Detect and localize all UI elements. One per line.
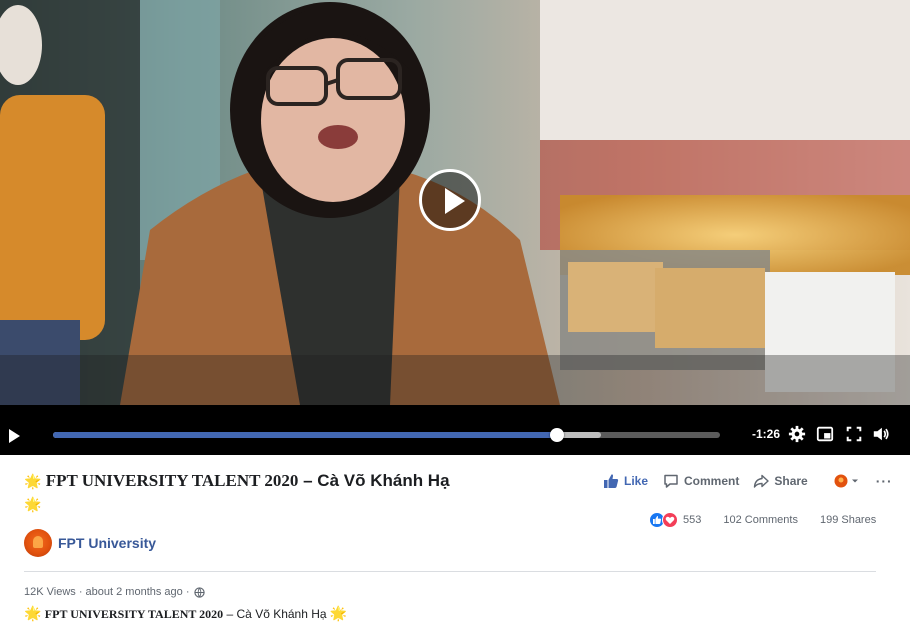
avatar[interactable] [24,529,52,557]
comment-button[interactable]: Comment [663,473,739,489]
picture-in-picture-icon[interactable] [816,425,834,443]
video-play-overlay-button[interactable] [419,169,481,231]
globe-icon[interactable] [193,586,205,598]
post-description: 🌟 FPT UNIVERSITY TALENT 2020 – Cà Võ Khá… [24,605,347,622]
fullscreen-icon[interactable] [845,425,863,443]
share-button[interactable]: Share [753,473,808,489]
comment-label: Comment [684,474,740,488]
reaction-audience-picker[interactable] [834,474,860,488]
gear-icon[interactable] [788,425,806,443]
thumbs-up-icon [604,474,619,488]
love-reaction-icon [662,512,678,528]
sun-emoji-icon: 🌟 [24,496,42,512]
share-label: Share [774,474,808,488]
video-controls-bar: -1:26 [0,405,910,455]
comment-icon [664,474,678,488]
video-progress-bar[interactable] [53,428,720,442]
divider [24,571,876,572]
play-icon[interactable] [9,429,20,443]
reaction-summary[interactable]: 553 [649,512,701,528]
post-meta: 12K Views · about 2 months ago · [24,586,205,598]
time-remaining: -1:26 [752,427,781,441]
share-arrow-icon [754,474,770,488]
page-name-link[interactable]: FPT University [58,535,156,551]
comments-count-link[interactable]: 102 Comments [723,514,798,526]
post-actions: Like Comment Share ··· [603,472,893,490]
views-and-time: 12K Views · about 2 months ago · [24,586,190,598]
volume-icon[interactable] [872,425,890,443]
post-title[interactable]: 🌟 FPT UNIVERSITY TALENT 2020 – Cà Võ Khá… [24,470,584,494]
more-options-button[interactable]: ··· [876,473,893,489]
page-attribution[interactable]: FPT University [24,529,156,557]
chevron-down-icon [851,479,858,483]
video-player[interactable]: -1:26 [0,0,910,455]
shares-count-link[interactable]: 199 Shares [820,514,876,526]
post-title-name: Cà Võ Khánh Hạ [317,471,450,490]
description-title: FPT UNIVERSITY TALENT 2020 [44,607,224,621]
page-avatar-small-icon [834,474,848,488]
sun-emoji-icon: 🌟 [24,605,42,621]
description-rest: – Cà Võ Khánh Hạ [223,607,330,621]
progress-scrubber-handle[interactable] [550,428,565,442]
post-title-text: FPT UNIVERSITY TALENT 2020 [45,471,299,490]
post-stats: 553 102 Comments 199 Shares [649,512,876,528]
progress-played [53,432,558,438]
post-title-block: 🌟 FPT UNIVERSITY TALENT 2020 – Cà Võ Khá… [24,470,584,513]
reaction-count: 553 [683,514,702,526]
like-label: Like [624,474,649,488]
sun-emoji-icon: 🌟 [24,475,42,490]
post-title-separator: – [298,471,318,490]
sun-emoji-icon: 🌟 [329,605,348,621]
like-button[interactable]: Like [603,473,648,489]
